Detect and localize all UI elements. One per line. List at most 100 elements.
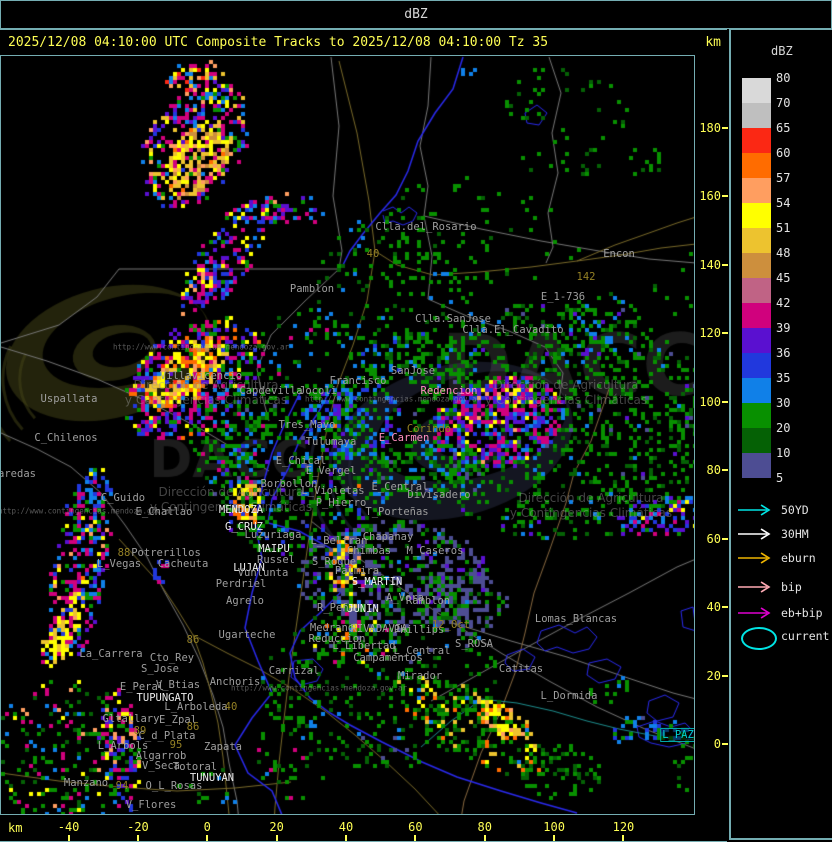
place-label-aredas: aredas <box>0 468 36 480</box>
legend-panel: dBZ 80706560575451484542393635302010550Y… <box>729 29 832 840</box>
dbz-edge-label: 48 <box>776 246 790 260</box>
x-tick-mark <box>206 835 208 841</box>
place-label-e-challao: E_Challao <box>136 506 193 518</box>
x-axis: km -40-20020406080100120 <box>0 815 727 842</box>
x-tick-mark <box>68 835 70 841</box>
dbz-band-45 <box>742 278 771 303</box>
y-tick-label: 20 <box>707 669 721 683</box>
place-label-ugarteche: Ugarteche <box>219 629 276 641</box>
place-label-v-flores: V_Flores <box>126 799 177 811</box>
y-tick-label: 180 <box>699 121 721 135</box>
dbz-edge-label: 39 <box>776 321 790 335</box>
y-tick-mark <box>722 401 728 403</box>
place-label-sanjose: SanJose <box>391 365 435 377</box>
y-tick-label: 0 <box>714 737 721 751</box>
y-tick-label: 140 <box>699 258 721 272</box>
place-label-v-btias: V_Btias <box>156 679 200 691</box>
legend-item-bip: bip <box>737 578 832 598</box>
place-label-t-porte-as: T_Porteñas <box>365 506 428 518</box>
dbz-band-65 <box>742 128 771 153</box>
place-label-94: 94 <box>116 780 129 792</box>
x-tick-label: -40 <box>58 820 80 834</box>
place-label-s-martin: S_MARTIN <box>352 576 403 588</box>
x-tick-label: -20 <box>127 820 149 834</box>
dbz-band-60 <box>742 153 771 178</box>
place-label-l-libertad: L_Libertad <box>332 640 395 652</box>
place-label-l-dormida: L_Dormida <box>541 690 598 702</box>
current-cell-ellipse-icon <box>741 627 777 650</box>
x-tick-label: 120 <box>613 820 635 834</box>
y-tick-label: 120 <box>699 326 721 340</box>
x-tick-mark <box>484 835 486 841</box>
track-arrow-icon <box>737 503 775 517</box>
place-label-40: 40 <box>367 248 380 260</box>
place-label-tulumaya: Tulumaya <box>306 436 357 448</box>
legend-label: bip <box>781 580 802 594</box>
legend-label: 30HM <box>781 527 809 541</box>
dbz-edge-label: 45 <box>776 271 790 285</box>
status-title-row: 2025/12/08 04:10:00 UTC Composite Tracks… <box>0 29 727 55</box>
place-label-86: 86 <box>187 721 200 733</box>
place-label-campamentos: Campamentos <box>353 652 423 664</box>
dbz-band-39 <box>742 328 771 353</box>
place-label-tres-mayo: Tres_Mayo <box>279 419 336 431</box>
x-tick-label: 60 <box>408 820 422 834</box>
place-label-142: 142 <box>577 271 596 283</box>
radar-map-view[interactable]: http://www.contingencias.mendoza.gov.arh… <box>0 55 695 815</box>
place-label-jocoli: Jocoli <box>299 385 337 397</box>
legend-label: eburn <box>781 551 816 565</box>
x-tick-mark <box>622 835 624 841</box>
place-label-e-carmen: E_Carmen <box>379 432 430 444</box>
dbz-edge-label: 57 <box>776 171 790 185</box>
x-tick-mark <box>137 835 139 841</box>
y-tick-mark <box>722 743 728 745</box>
composite-timestamp-title: 2025/12/08 04:10:00 UTC Composite Tracks… <box>8 30 548 55</box>
y-axis: 020406080100120140160180 <box>695 55 729 813</box>
place-label-12-oct: 12_Oct <box>432 619 470 631</box>
place-label-c-chilenos: C_Chilenos <box>34 432 97 444</box>
dbz-edge-label: 10 <box>776 446 790 460</box>
y-tick-label: 80 <box>707 463 721 477</box>
y-tick-label: 100 <box>699 395 721 409</box>
dbz-band-42 <box>742 303 771 328</box>
place-label-s-jose: S_Jose <box>141 663 179 675</box>
x-tick-mark <box>553 835 555 841</box>
dbz-band-48 <box>742 253 771 278</box>
place-label-p-hierro: P_Hierro <box>316 497 367 509</box>
dbz-band-57 <box>742 178 771 203</box>
place-label-95: 95 <box>170 739 183 751</box>
x-tick-label: 0 <box>204 820 211 834</box>
dbz-edge-label: 36 <box>776 346 790 360</box>
legend-label: eb+bip <box>781 606 823 620</box>
place-label-s-rosa: S_ROSA <box>455 638 493 650</box>
place-label-clla-del-rosario: Clla.del_Rosario <box>375 221 476 233</box>
y-tick-mark <box>722 332 728 334</box>
legend-label: current <box>781 629 829 643</box>
place-label-anchoris: Anchoris <box>210 676 261 688</box>
place-label-lomas-blancas: Lomas_Blancas <box>535 613 617 625</box>
place-label-l-arboleda: L_Arboleda <box>164 701 227 713</box>
place-label-francisco: Francisco <box>330 375 387 387</box>
y-tick-mark <box>722 675 728 677</box>
radar-app-window: { "header": { "window_title": "dBZ", "ti… <box>0 0 832 842</box>
dbz-edge-label: 42 <box>776 296 790 310</box>
place-label-l-paz: L_PAZ <box>660 728 695 742</box>
place-label-catitas: Catitas <box>499 663 543 675</box>
place-label-agrelo: Agrelo <box>226 595 264 607</box>
place-label-gltallary: Gltallary <box>103 713 160 725</box>
dbz-band-80 <box>742 78 771 103</box>
place-label-pamblon: Pamblon <box>290 283 334 295</box>
dbz-edge-label: 20 <box>776 421 790 435</box>
place-label-e-1-736: E_1-736 <box>541 291 585 303</box>
place-label-l-vegas: L_Vegas <box>97 558 141 570</box>
x-tick-mark <box>276 835 278 841</box>
dbz-edge-label: 60 <box>776 146 790 160</box>
dbz-edge-label: 70 <box>776 96 790 110</box>
x-tick-label: 80 <box>478 820 492 834</box>
y-tick-label: 160 <box>699 189 721 203</box>
y-axis-unit-label: km <box>705 30 721 55</box>
place-label-cacheuta: Cacheuta <box>158 558 209 570</box>
colorbar-title: dBZ <box>771 44 793 58</box>
place-label-villavicencio: Villavicencio <box>160 370 242 382</box>
window-title-bar: dBZ <box>0 0 832 29</box>
